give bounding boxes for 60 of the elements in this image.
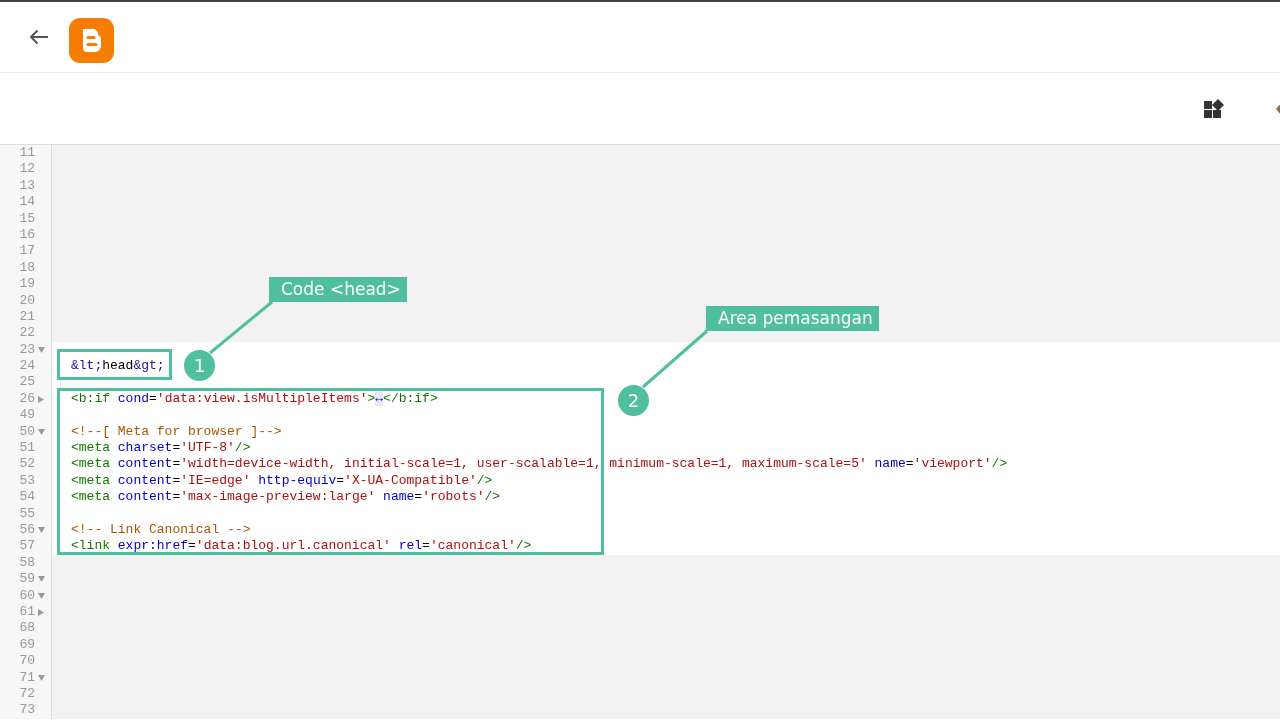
line-number: 21 [19,308,35,326]
line-number: 56 [19,522,35,539]
line-number: 72 [19,685,35,703]
callout-label: Code <head> [269,277,407,302]
code-line: <meta content='IE=edge' http-equiv='X-UA-Compatible'/> [71,472,493,488]
line-number: 16 [19,226,35,244]
chevron-icon[interactable] [1276,102,1280,115]
fold-icon[interactable] [37,527,45,534]
code-line: <link expr:href='data:blog.url.canonical' rel='canonical'/> [71,538,532,554]
code-line: <b:if cond='data:view.isMultipleItems'>↔</b:if> [71,390,438,406]
line-number: 55 [19,505,35,522]
line-number: 12 [19,161,35,178]
line-number: 57 [19,538,35,555]
fold-icon[interactable] [38,608,44,616]
line-number: 19 [19,276,35,293]
fold-icon[interactable] [37,346,45,353]
callout-label: Area pemasangan [706,306,879,331]
fold-icon[interactable] [37,428,45,435]
line-number: 58 [19,554,35,572]
line-number: 24 [19,358,35,375]
fold-icon[interactable] [38,395,44,403]
line-number: 23 [19,341,35,359]
code-line: <meta charset='UTF-8'/> [71,440,251,456]
line-number: 25 [19,374,35,391]
line-number: 53 [19,472,35,490]
line-number: 13 [19,177,35,195]
line-number: 59 [19,571,35,588]
line-number: 50 [19,423,35,441]
line-number: 20 [19,292,35,309]
line-number: 15 [19,210,35,227]
fold-icon[interactable] [37,674,45,681]
leader-line [642,329,708,389]
line-number: 22 [19,325,35,342]
line-number: 68 [19,620,35,637]
fold-icon[interactable] [37,576,45,583]
line-number: 54 [19,489,35,506]
line-number: 73 [19,702,35,719]
code-line: &lt;head&gt; [71,358,165,374]
line-number: 52 [19,456,35,473]
code-line: <!--[ Meta for browser ]--> [71,423,282,439]
back-icon[interactable] [29,29,49,45]
line-number: 18 [19,259,35,277]
logo-icon [69,17,114,63]
widgets-icon[interactable] [1204,98,1226,119]
code-line: <meta content='max-image-preview:large' name='robots'/> [71,489,501,505]
line-number: 60 [19,587,35,604]
line-number: 11 [19,145,35,162]
line-number: 71 [19,669,35,686]
leader-line [209,300,273,355]
line-number: 69 [19,636,35,654]
code-line: <meta content='width=device-width, initial-scale=1, user-scalable=1, minimum-scale=1, maximum-scale=5' name='viewport'/> [71,456,1008,472]
line-number: 61 [19,603,35,621]
code-line: <!-- Link Canonical --> [71,522,251,537]
line-number: 17 [19,243,35,260]
line-number: 70 [19,653,35,670]
line-number: 26 [19,390,35,408]
line-number: 51 [19,440,35,457]
line-number: 14 [19,194,35,211]
fold-icon[interactable] [37,592,45,599]
line-number: 49 [19,407,35,424]
